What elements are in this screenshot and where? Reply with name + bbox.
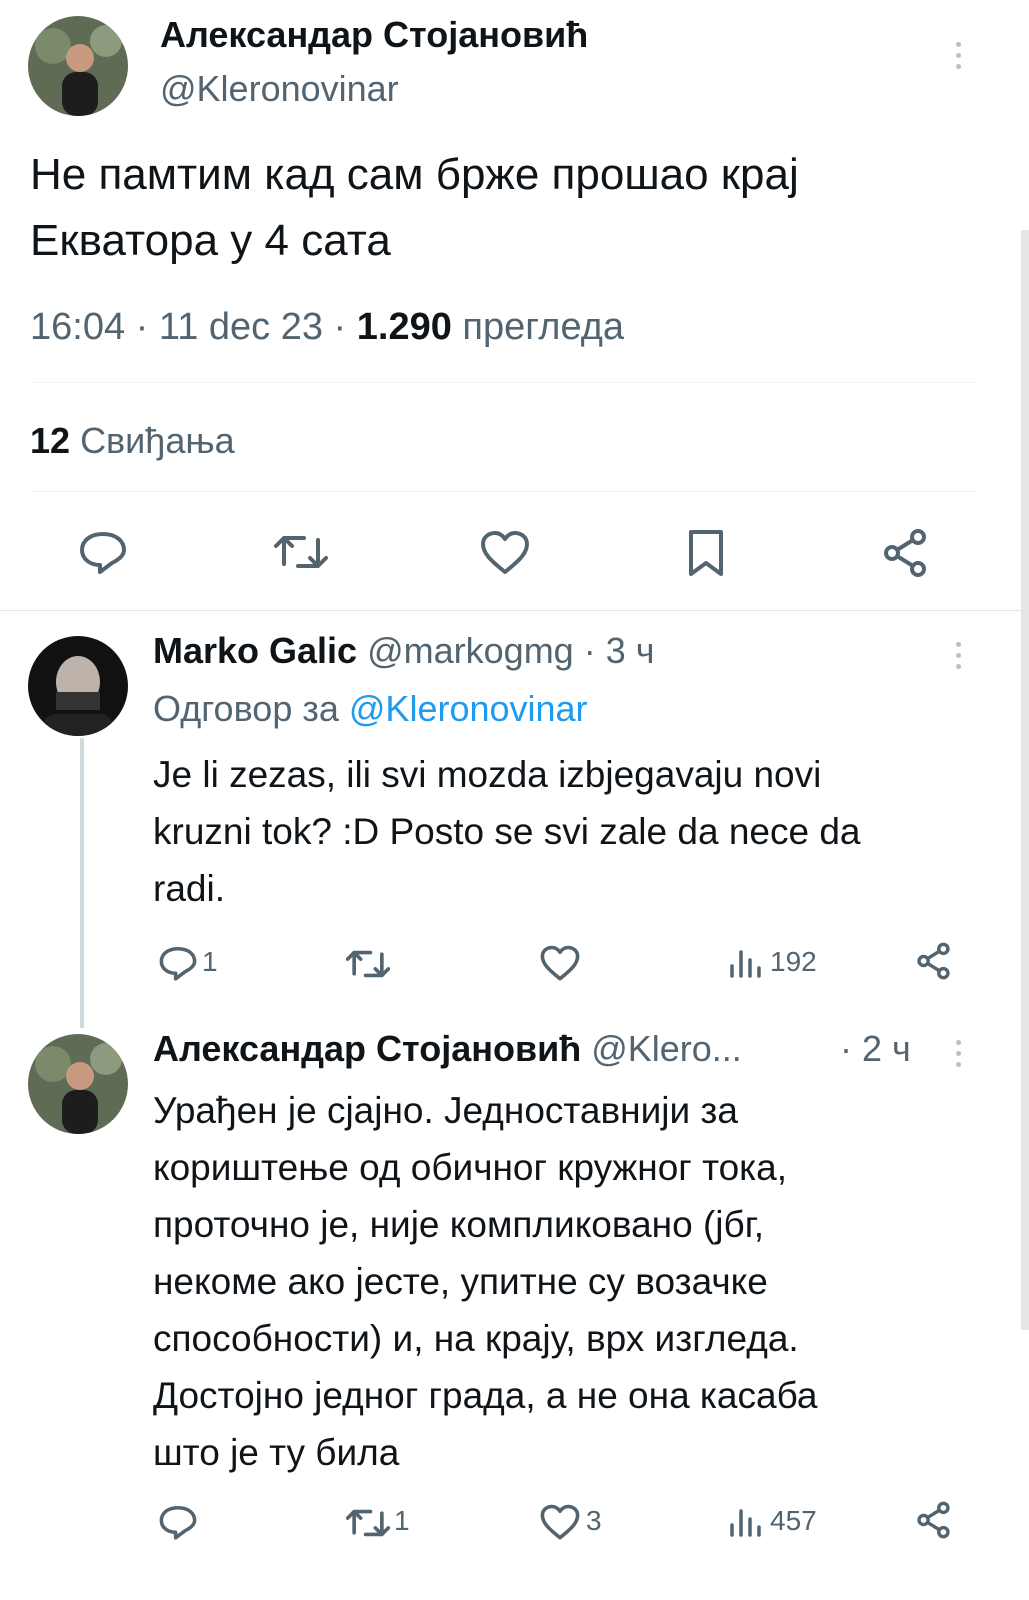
- views-count: 192: [770, 946, 817, 977]
- reply-text-line: radi.: [153, 868, 225, 909]
- author-avatar[interactable]: [28, 16, 128, 116]
- reply-text-line: Достојно једног града, а не она касаба: [153, 1375, 818, 1416]
- bookmark-icon[interactable]: [686, 528, 726, 578]
- more-icon[interactable]: [952, 1040, 964, 1073]
- replying-to-handle[interactable]: @Kleronovinar: [349, 688, 588, 729]
- likes-count: 12: [30, 420, 71, 461]
- heart-icon[interactable]: [480, 530, 530, 576]
- tweet-text-line: Екватора у 4 сата: [30, 216, 391, 265]
- replying-to-label: Одговор за: [153, 688, 339, 729]
- reply-time[interactable]: 3 ч: [606, 630, 655, 671]
- share-icon[interactable]: [916, 1501, 954, 1539]
- reply-author-name[interactable]: Александар Стојановић: [153, 1028, 581, 1069]
- reply-time[interactable]: 2 ч: [862, 1028, 911, 1069]
- reply-avatar[interactable]: [28, 636, 128, 736]
- reply-time-group: · 2 ч: [840, 1028, 911, 1069]
- divider: [30, 382, 978, 383]
- views-icon[interactable]: [728, 946, 762, 980]
- divider: [30, 491, 978, 492]
- reply-avatar[interactable]: [28, 1034, 128, 1134]
- avatar-image: [28, 16, 128, 116]
- tweet-date[interactable]: 11 dec 23: [159, 306, 323, 348]
- reply-text-line: kruzni tok? :D Posto se svi zale da nece…: [153, 811, 861, 852]
- more-icon[interactable]: [952, 642, 964, 675]
- like-count: 3: [586, 1505, 602, 1536]
- retweet-icon[interactable]: [346, 1505, 390, 1541]
- retweet-count: 1: [394, 1505, 410, 1536]
- views-count: 1.290: [356, 306, 452, 348]
- tweet-meta: 16:04 · 11 dec 23 · 1.290 прегледа: [30, 306, 625, 348]
- share-icon[interactable]: [882, 528, 932, 578]
- reply-author-handle[interactable]: @Klero...: [591, 1028, 742, 1069]
- reply-author-name[interactable]: Marko Galic: [153, 630, 357, 671]
- views-icon[interactable]: [728, 1505, 762, 1539]
- reply-count: 1: [202, 946, 218, 977]
- tweet-time[interactable]: 16:04: [30, 306, 125, 348]
- reply-author-handle[interactable]: @markogmg: [367, 630, 574, 671]
- share-icon[interactable]: [916, 942, 954, 980]
- likes-summary[interactable]: 12 Свиђања: [30, 420, 235, 462]
- reply-text: Je li zezas, ili svi mozda izbjegavaju n…: [153, 746, 860, 917]
- more-icon[interactable]: [952, 42, 964, 75]
- avatar-image: [28, 1034, 128, 1134]
- heart-icon[interactable]: [540, 1504, 580, 1541]
- reply-header: Александар Стојановић @Klero...: [153, 1028, 742, 1070]
- thread-line: [80, 738, 84, 1028]
- author-handle[interactable]: @Kleronovinar: [160, 68, 399, 110]
- reply-text: Урађен је сјајно. Једноставнији за кориш…: [153, 1082, 818, 1481]
- reply-text-line: проточно је, није компликовано (јбг,: [153, 1204, 764, 1245]
- reply-icon[interactable]: [78, 528, 128, 576]
- tweet-text: Не памтим кад сам брже прошао крај Екват…: [30, 142, 799, 274]
- reply-text-line: Je li zezas, ili svi mozda izbjegavaju n…: [153, 754, 822, 795]
- author-name[interactable]: Александар Стојановић: [160, 14, 588, 56]
- reply-text-line: Урађен је сјајно. Једноставнији за: [153, 1090, 738, 1131]
- reply-text-line: способности) и, на крају, врх изгледа.: [153, 1318, 799, 1359]
- reply-header: Marko Galic @markogmg · 3 ч: [153, 630, 655, 671]
- tweet-text-line: Не памтим кад сам брже прошао крај: [30, 150, 799, 199]
- reply-icon[interactable]: [158, 944, 198, 982]
- likes-label: Свиђања: [80, 420, 235, 461]
- retweet-icon[interactable]: [274, 530, 328, 574]
- retweet-icon[interactable]: [346, 946, 390, 982]
- avatar-image: [28, 636, 128, 736]
- views-label: прегледа: [462, 306, 625, 348]
- reply-text-line: кориштење од обичног кружног тока,: [153, 1147, 788, 1188]
- reply-icon[interactable]: [158, 1503, 198, 1541]
- replying-to: Одговор за @Kleronovinar: [153, 688, 588, 730]
- scrollbar[interactable]: [1021, 230, 1029, 1330]
- divider: [0, 610, 1029, 611]
- views-count: 457: [770, 1505, 817, 1536]
- heart-icon[interactable]: [540, 945, 580, 982]
- reply-text-line: некоме ако јесте, упитне су возачке: [153, 1261, 768, 1302]
- reply-text-line: што је ту била: [153, 1432, 400, 1473]
